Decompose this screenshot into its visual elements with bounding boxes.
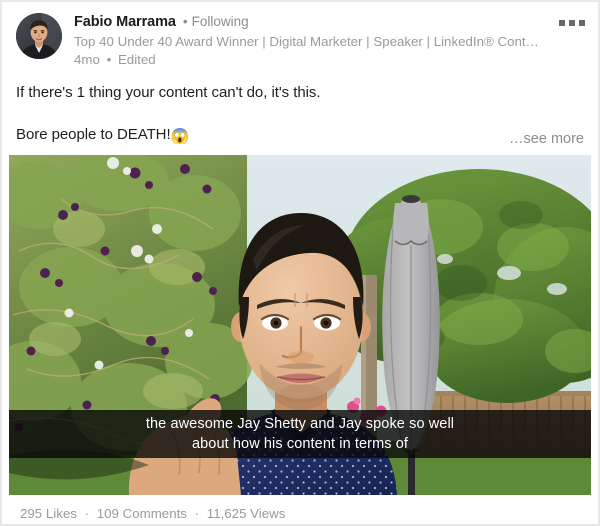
- post-text-line-2: Bore people to DEATH!😱: [16, 124, 584, 147]
- likes-count[interactable]: 295 Likes: [20, 506, 77, 521]
- post-header: Fabio Marrama • Following Top 40 Under 4…: [2, 2, 598, 68]
- post-meta: 4mo • Edited: [74, 51, 586, 68]
- post-video[interactable]: the awesome Jay Shetty and Jay spoke so …: [9, 155, 591, 495]
- stats-separator-2: ·: [194, 506, 200, 521]
- stats-separator-1: ·: [84, 506, 90, 521]
- edited-label: Edited: [117, 52, 156, 67]
- dot-2: [569, 20, 575, 26]
- caption-line-1: the awesome Jay Shetty and Jay spoke so …: [145, 416, 455, 432]
- post-stats: 295 Likes · 109 Comments · 11,625 Views: [20, 505, 584, 522]
- following-label: Following: [191, 14, 249, 29]
- dot-1: [559, 20, 565, 26]
- name-separator: •: [182, 14, 188, 29]
- post-footer: 295 Likes · 109 Comments · 11,625 Views: [2, 495, 598, 522]
- author-identity: Fabio Marrama • Following Top 40 Under 4…: [74, 12, 586, 68]
- scream-emoji: 😱: [170, 128, 190, 145]
- avatar[interactable]: [16, 13, 62, 59]
- see-more-link[interactable]: …see more: [503, 131, 584, 147]
- post-text-line-2-text: Bore people to DEATH!: [16, 126, 171, 143]
- more-options-icon[interactable]: [559, 16, 585, 30]
- dot-3: [579, 20, 585, 26]
- post-text: If there's 1 thing your content can't do…: [2, 82, 598, 147]
- linkedin-post-card: Fabio Marrama • Following Top 40 Under 4…: [0, 0, 600, 526]
- author-name-row: Fabio Marrama • Following: [74, 13, 586, 31]
- author-name[interactable]: Fabio Marrama: [74, 14, 176, 31]
- post-text-line-1: If there's 1 thing your content can't do…: [16, 84, 321, 101]
- views-count: 11,625 Views: [206, 506, 286, 521]
- caption-line-2: about how his content in terms of: [191, 436, 409, 452]
- post-time: 4mo: [74, 52, 100, 67]
- meta-separator: •: [106, 52, 112, 67]
- video-caption-overlay: the awesome Jay Shetty and Jay spoke so …: [9, 410, 591, 458]
- comments-count[interactable]: 109 Comments: [97, 506, 187, 521]
- author-headline: Top 40 Under 40 Award Winner | Digital M…: [74, 34, 539, 49]
